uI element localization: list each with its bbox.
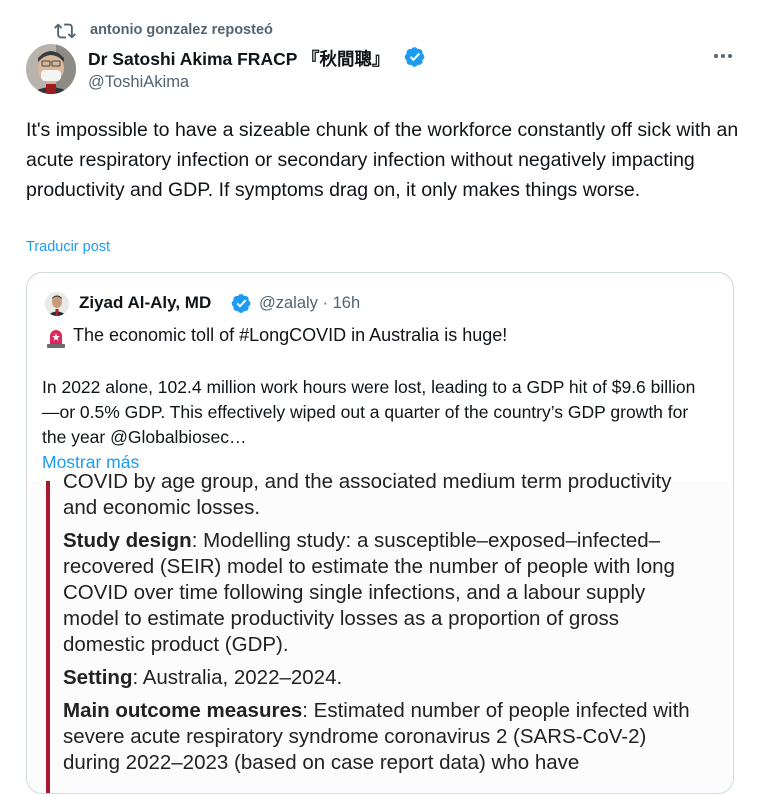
outcome-heading: Main outcome measures	[63, 699, 303, 722]
quote-time: 16h	[332, 294, 361, 312]
article-cut-line: COVID by age group, and the associated m…	[63, 470, 672, 493]
article-line-economic: and economic losses.	[63, 496, 261, 519]
repost-label[interactable]: antonio gonzalez reposteó	[90, 22, 273, 38]
article-image[interactable]: COVID by age group, and the associated m…	[27, 470, 733, 793]
quote-headline: The economic toll of #LongCOVID in Austr…	[73, 325, 508, 345]
quote-avatar	[45, 292, 69, 316]
setting-text: : Australia, 2022–2024.	[132, 666, 343, 689]
more-options-icon[interactable]	[712, 48, 734, 64]
avatar[interactable]	[26, 44, 76, 94]
author-name[interactable]: Dr Satoshi Akima FRACP 『秋間聰』	[88, 46, 389, 71]
article-text: COVID by age group, and the associated m…	[63, 469, 703, 783]
translate-post-link[interactable]: Traducir post	[26, 239, 110, 255]
verified-badge-icon	[404, 47, 425, 67]
repost-icon	[54, 23, 76, 39]
quoted-post[interactable]: Ziyad Al-Aly, MD @zalaly · 16h The econo…	[26, 272, 734, 794]
article-outcome: Main outcome measures: Estimated number …	[63, 698, 703, 776]
author-handle[interactable]: @ToshiAkima	[88, 73, 189, 92]
quote-author-name: Ziyad Al-Aly, MD	[79, 293, 212, 312]
quote-paragraph: In 2022 alone, 102.4 million work hours …	[42, 377, 696, 447]
tweet[interactable]: antonio gonzalez reposteó Dr Satoshi Aki…	[0, 0, 758, 794]
setting-heading: Setting	[63, 666, 133, 689]
verified-badge-icon	[231, 294, 251, 313]
quote-handle-time: @zalaly · 16h	[259, 294, 360, 313]
article-setting: Setting: Australia, 2022–2024.	[63, 665, 703, 691]
post-text: It's impossible to have a sizeable chunk…	[26, 119, 739, 201]
study-design-heading: Study design	[63, 529, 192, 552]
rotating-light-emoji-icon	[47, 330, 65, 348]
repost-row	[54, 19, 76, 43]
article-accent-bar	[46, 481, 50, 793]
quote-handle: @zalaly	[259, 294, 318, 312]
quote-separator: ·	[322, 294, 329, 312]
article-study-design: Study design: Modelling study: a suscept…	[63, 528, 703, 658]
